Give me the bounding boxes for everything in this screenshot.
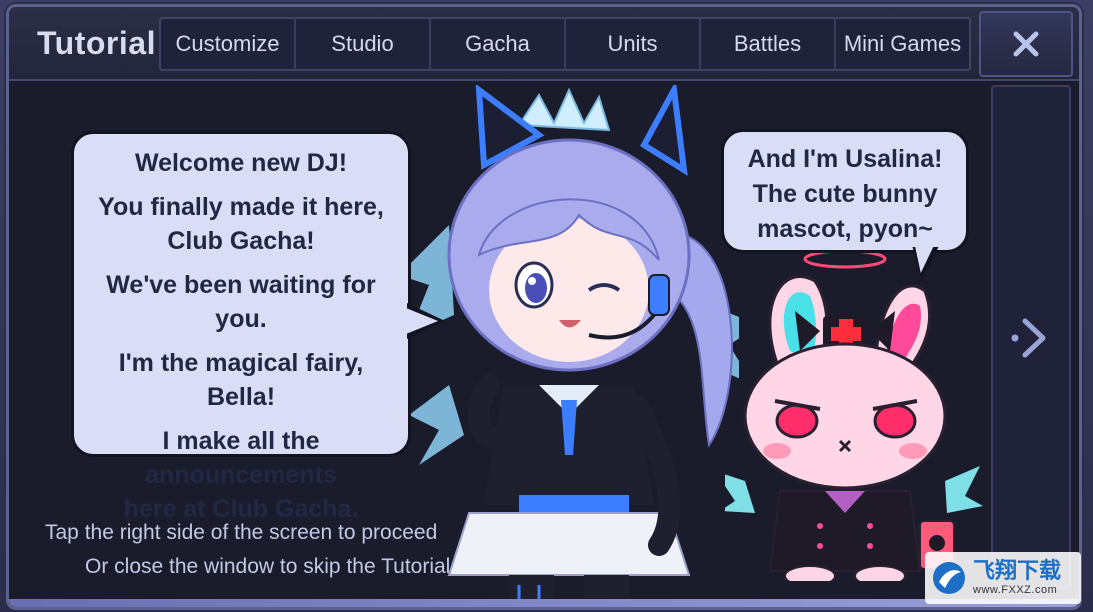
dialog-line: I'm the magical fairy, Bella! [118, 349, 364, 411]
bella-bubble-tail-fill [406, 308, 438, 334]
tutorial-tabs: Customize Studio Gacha Units Battles Min… [159, 17, 971, 71]
tab-customize[interactable]: Customize [161, 19, 296, 69]
watermark-url: www.FXXZ.com [973, 584, 1058, 596]
watermark-logo-icon [933, 562, 965, 594]
dialog-line: Club Gacha! [167, 227, 315, 255]
title-bar: Tutorial Customize Studio Gacha Units Ba… [9, 7, 1079, 81]
usalina-speech-bubble: And I'm Usalina! The cute bunny mascot, … [721, 129, 969, 253]
bella-speech-bubble: Welcome new DJ! You finally made it here… [71, 131, 411, 523]
skip-hint: Or close the window to skip the Tutorial [85, 555, 451, 578]
dialog-line: The cute bunny [752, 180, 938, 208]
dialog-line: You finally made it here, [98, 193, 384, 221]
dialog-line: I make all the announcements [145, 427, 337, 489]
dialog-line: And I'm Usalina! [747, 145, 943, 173]
dialog-line: We've been waiting for you. [106, 271, 376, 333]
chevron-right-icon [1011, 318, 1046, 358]
window-title: Tutorial [37, 25, 156, 61]
tab-battles[interactable]: Battles [701, 19, 836, 69]
proceed-hint: Tap the right side of the screen to proc… [45, 521, 438, 544]
bottom-progress-bar [9, 599, 1079, 607]
dialog-line: Welcome new DJ! [134, 149, 348, 177]
usalina-bunny-character [725, 251, 983, 581]
tutorial-content: Welcome new DJ! You finally made it here… [9, 81, 1079, 607]
tab-gacha[interactable]: Gacha [431, 19, 566, 69]
site-watermark: 飞翔下载 www.FXXZ.com [925, 552, 1081, 604]
tutorial-window: Tutorial Customize Studio Gacha Units Ba… [6, 4, 1082, 610]
game-screen: Tutorial Customize Studio Gacha Units Ba… [0, 0, 1093, 612]
watermark-text: 飞翔下载 [973, 558, 1062, 583]
dialog-line: mascot, pyon~ [757, 215, 933, 243]
bella-character [409, 85, 739, 607]
tab-units[interactable]: Units [566, 19, 701, 69]
close-button[interactable] [979, 11, 1073, 77]
tab-mini-games[interactable]: Mini Games [836, 19, 969, 69]
next-page-area[interactable] [991, 85, 1071, 589]
close-x-icon [1013, 31, 1039, 57]
tab-studio[interactable]: Studio [296, 19, 431, 69]
